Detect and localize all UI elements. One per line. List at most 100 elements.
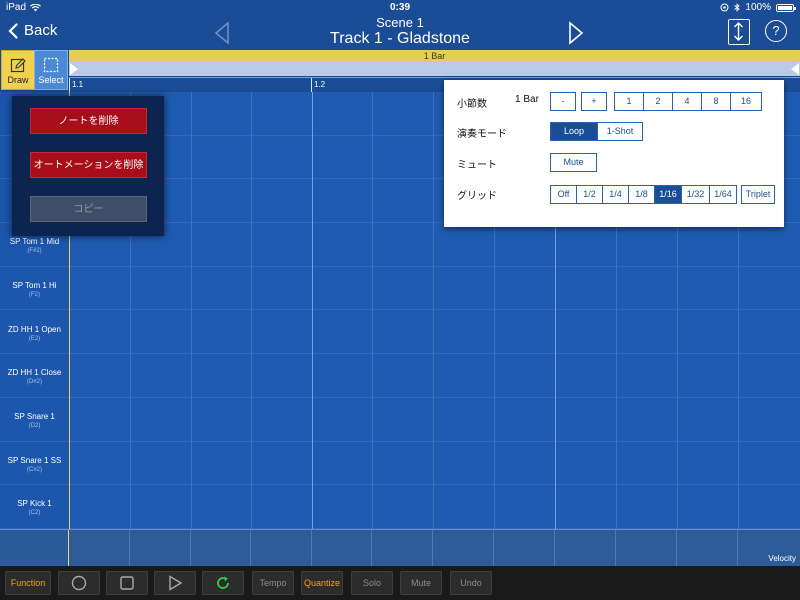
select-tool-button[interactable]: Select xyxy=(34,50,68,90)
ruler-mark: 1.1 xyxy=(69,78,83,92)
bars-value: 1 Bar xyxy=(515,94,539,105)
grid-line xyxy=(251,92,252,529)
velocity-grid-line xyxy=(615,530,616,567)
bars-label: 小節数 xyxy=(457,99,487,110)
loop-end-marker[interactable] xyxy=(791,63,799,75)
delete-automation-button[interactable]: オートメーションを削除 xyxy=(30,152,147,178)
record-icon xyxy=(71,575,87,591)
loop-start-marker[interactable] xyxy=(70,63,78,75)
bars-option-button[interactable]: 1 xyxy=(614,92,644,111)
track-name: Track 1 - Gladstone xyxy=(330,30,470,47)
status-right: 100% xyxy=(720,2,796,13)
mute-label: ミュート xyxy=(457,160,497,171)
velocity-grid-line xyxy=(432,530,433,567)
grid-line xyxy=(372,92,373,529)
grid-row xyxy=(70,223,800,267)
stop-button[interactable] xyxy=(106,571,148,595)
loop-range-strip[interactable] xyxy=(69,62,800,76)
grid-line xyxy=(312,92,313,529)
status-bar: iPad 0:39 100% xyxy=(0,0,800,16)
solo-button[interactable]: Solo xyxy=(351,571,393,595)
play-mode-label: 演奏モード xyxy=(457,129,507,140)
grid-option-button[interactable]: 1/64 xyxy=(709,185,737,204)
lane-label[interactable]: SP Snare 1 SS (C#2) xyxy=(0,442,69,486)
grid-option-button[interactable]: 1/16 xyxy=(654,185,682,204)
bar-length-strip[interactable]: 1 Bar xyxy=(69,50,800,62)
draw-tool-button[interactable]: Draw xyxy=(1,50,35,90)
lane-label[interactable]: ZD HH 1 Open (E2) xyxy=(0,311,69,355)
loop-icon xyxy=(217,576,229,589)
grid-row xyxy=(70,311,800,355)
play-mode-oneshot-button[interactable]: 1-Shot xyxy=(597,122,643,141)
play-icon xyxy=(169,575,183,591)
track-settings-panel: 小節数 1 Bar - + 1 2 4 8 16 演奏モード Loop 1-Sh… xyxy=(444,80,784,227)
record-button[interactable] xyxy=(58,571,100,595)
grid-row xyxy=(70,442,800,486)
grid-option-button[interactable]: Off xyxy=(550,185,577,204)
battery-icon xyxy=(776,3,796,12)
grid-row xyxy=(70,354,800,398)
undo-button[interactable]: Undo xyxy=(450,571,492,595)
lane-label[interactable]: ZD HH 1 Close (D#2) xyxy=(0,354,69,398)
bars-option-button[interactable]: 8 xyxy=(701,92,731,111)
expand-vertical-button[interactable] xyxy=(728,19,750,45)
quantize-button[interactable]: Quantize xyxy=(301,571,343,595)
grid-row xyxy=(70,485,800,529)
stop-icon xyxy=(120,576,134,590)
grid-option-button[interactable]: 1/4 xyxy=(602,185,629,204)
grid-row xyxy=(70,267,800,311)
question-icon: ? xyxy=(772,23,780,38)
pencil-icon xyxy=(10,58,26,73)
selection-icon xyxy=(43,57,59,73)
loop-button[interactable] xyxy=(202,571,244,595)
bars-option-button[interactable]: 4 xyxy=(672,92,702,111)
orientation-lock-icon xyxy=(720,3,729,12)
select-label: Select xyxy=(38,75,64,85)
tempo-button[interactable]: Tempo xyxy=(252,571,294,595)
bluetooth-icon xyxy=(734,3,741,12)
bars-increment-button[interactable]: + xyxy=(581,92,607,111)
velocity-label: Velocity xyxy=(768,554,796,563)
grid-option-button[interactable]: 1/2 xyxy=(576,185,603,204)
velocity-grid-line xyxy=(250,530,251,567)
velocity-lane[interactable]: Velocity xyxy=(0,529,800,567)
velocity-grid-line xyxy=(676,530,677,567)
grid-option-button[interactable]: 1/8 xyxy=(628,185,655,204)
app-root: iPad 0:39 100% Back Scene 1 Track 1 - Gl… xyxy=(0,0,800,600)
mute-toolbar-button[interactable]: Mute xyxy=(400,571,442,595)
mute-toggle-button[interactable]: Mute xyxy=(550,153,597,172)
lane-label[interactable]: SP Tom 1 Hi (F2) xyxy=(0,267,69,311)
draw-label: Draw xyxy=(7,75,29,85)
grid-line xyxy=(191,92,192,529)
bars-option-button[interactable]: 16 xyxy=(730,92,762,111)
velocity-lane-header xyxy=(0,530,69,567)
prev-track-button[interactable] xyxy=(212,21,232,45)
function-button[interactable]: Function xyxy=(5,571,51,595)
velocity-grid-line xyxy=(190,530,191,567)
velocity-grid-line xyxy=(554,530,555,567)
copy-button[interactable]: コピー xyxy=(30,196,147,222)
bars-decrement-button[interactable]: - xyxy=(550,92,576,111)
grid-label: グリッド xyxy=(457,191,497,202)
status-time: 0:39 xyxy=(389,2,410,13)
expand-vertical-icon xyxy=(734,22,743,41)
bars-option-button[interactable]: 2 xyxy=(643,92,673,111)
lane-label[interactable]: SP Kick 1 (C2) xyxy=(0,485,69,529)
delete-note-button[interactable]: ノートを削除 xyxy=(30,108,147,134)
velocity-grid-line xyxy=(371,530,372,567)
velocity-grid-line xyxy=(493,530,494,567)
velocity-grid-line xyxy=(311,530,312,567)
grid-option-button[interactable]: 1/32 xyxy=(681,185,710,204)
nav-title: Scene 1 Track 1 - Gladstone xyxy=(0,16,800,48)
battery-percent: 100% xyxy=(745,2,771,13)
battery-fill xyxy=(778,5,792,10)
play-button[interactable] xyxy=(154,571,196,595)
scene-name: Scene 1 xyxy=(376,15,424,30)
help-button[interactable]: ? xyxy=(765,20,787,42)
triplet-button[interactable]: Triplet xyxy=(741,185,775,204)
next-track-button[interactable] xyxy=(566,21,586,45)
play-mode-loop-button[interactable]: Loop xyxy=(550,122,598,141)
lane-label[interactable]: SP Snare 1 (D2) xyxy=(0,398,69,442)
grid-line xyxy=(433,92,434,529)
context-menu: ノートを削除 オートメーションを削除 コピー xyxy=(12,96,164,236)
